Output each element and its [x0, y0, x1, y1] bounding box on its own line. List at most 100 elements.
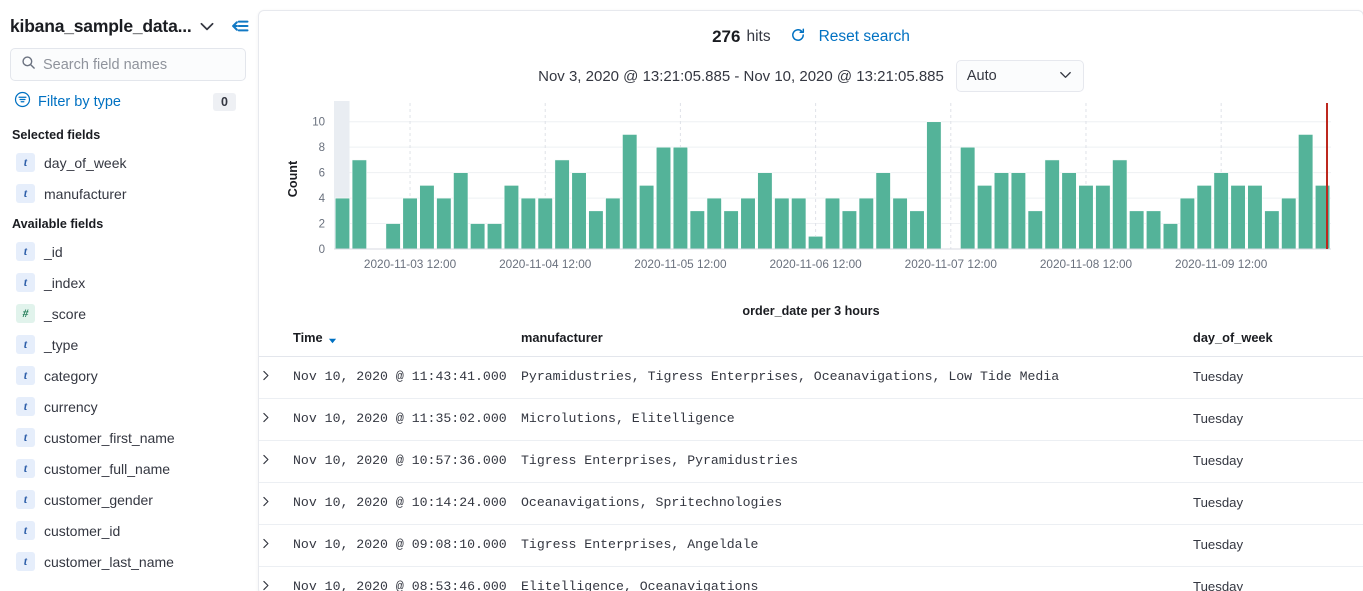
- expand-row-button[interactable]: [259, 525, 293, 567]
- hits-bar: 276 hits Reset search: [259, 11, 1363, 55]
- histogram-bar: [791, 198, 806, 249]
- histogram-bar: [1281, 198, 1296, 249]
- histogram-bar: [1180, 198, 1195, 249]
- chevron-right-icon[interactable]: [259, 413, 272, 428]
- chevron-right-icon[interactable]: [259, 539, 272, 554]
- field-sidebar: kibana_sample_data... Search field names…: [0, 0, 258, 591]
- expand-row-button[interactable]: [259, 441, 293, 483]
- histogram-bar: [639, 185, 654, 249]
- histogram-bar: [622, 134, 637, 249]
- histogram-bar: [606, 198, 621, 249]
- field-type-string-icon: t: [16, 184, 35, 203]
- x-tick-label: 2020-11-03 12:00: [364, 257, 457, 271]
- field-type-string-icon: t: [16, 242, 35, 261]
- histogram-bar: [1163, 224, 1178, 249]
- histogram-bar: [673, 147, 688, 249]
- histogram-bar: [1265, 211, 1280, 249]
- column-header-manufacturer[interactable]: manufacturer: [521, 318, 1193, 357]
- cell-manufacturer: Tigress Enterprises, Pyramidustries: [521, 441, 1193, 483]
- reset-search-button[interactable]: Reset search: [819, 28, 910, 46]
- histogram-bar: [504, 185, 519, 249]
- field-item-_score[interactable]: #_score: [10, 298, 246, 329]
- y-tick-label: 4: [319, 193, 326, 205]
- search-icon: [21, 55, 36, 75]
- field-item-currency[interactable]: tcurrency: [10, 391, 246, 422]
- histogram-bar: [589, 211, 604, 249]
- expand-row-button[interactable]: [259, 483, 293, 525]
- documents-table-body: Nov 10, 2020 @ 11:43:41.000Pyramidustrie…: [259, 357, 1363, 591]
- cell-manufacturer: Tigress Enterprises, Angeldale: [521, 525, 1193, 567]
- column-header-day_of_week[interactable]: day_of_week: [1193, 318, 1363, 357]
- field-type-string-icon: t: [16, 521, 35, 540]
- chevron-down-icon: [198, 17, 216, 35]
- cell-time: Nov 10, 2020 @ 10:14:24.000: [293, 483, 521, 525]
- filter-by-type-button[interactable]: Filter by type 0: [10, 84, 246, 120]
- field-item-_index[interactable]: t_index: [10, 267, 246, 298]
- field-item-_id[interactable]: t_id: [10, 236, 246, 267]
- column-header-time[interactable]: Time: [293, 318, 521, 357]
- cell-time: Nov 10, 2020 @ 10:57:36.000: [293, 441, 521, 483]
- table-row: Nov 10, 2020 @ 11:43:41.000Pyramidustrie…: [259, 357, 1363, 399]
- cell-manufacturer: Microlutions, Elitelligence: [521, 399, 1193, 441]
- y-tick-label: 10: [312, 117, 325, 129]
- field-type-string-icon: t: [16, 153, 35, 172]
- interval-value: Auto: [967, 68, 997, 84]
- histogram-bar: [758, 173, 773, 249]
- histogram-bar: [825, 198, 840, 249]
- index-pattern-selector[interactable]: kibana_sample_data...: [10, 0, 246, 46]
- y-tick-label: 8: [319, 142, 325, 154]
- field-item-day_of_week[interactable]: t day_of_week: [10, 147, 246, 178]
- histogram-bar: [386, 224, 401, 249]
- expand-row-button[interactable]: [259, 399, 293, 441]
- selected-fields-title: Selected fields: [10, 120, 246, 147]
- field-item-customer_last_name[interactable]: tcustomer_last_name: [10, 546, 246, 577]
- histogram-bar: [1113, 160, 1128, 249]
- field-type-string-icon: t: [16, 397, 35, 416]
- x-tick-label: 2020-11-04 12:00: [499, 257, 592, 271]
- field-name: _index: [44, 275, 85, 291]
- results-panel: 276 hits Reset search Nov 3, 2020 @ 13:2…: [258, 10, 1363, 591]
- field-type-string-icon: t: [16, 459, 35, 478]
- histogram-bar: [352, 160, 367, 249]
- sort-desc-icon[interactable]: [328, 333, 337, 342]
- field-item-category[interactable]: tcategory: [10, 360, 246, 391]
- x-tick-label: 2020-11-06 12:00: [769, 257, 862, 271]
- cell-time: Nov 10, 2020 @ 11:43:41.000: [293, 357, 521, 399]
- histogram-bar: [910, 211, 925, 249]
- chevron-right-icon[interactable]: [259, 371, 272, 386]
- histogram-chart[interactable]: 0246810Count2020-11-03 12:002020-11-04 1…: [259, 97, 1363, 302]
- field-item-customer_gender[interactable]: tcustomer_gender: [10, 484, 246, 515]
- field-item-customer_first_name[interactable]: tcustomer_first_name: [10, 422, 246, 453]
- field-item-customer_id[interactable]: tcustomer_id: [10, 515, 246, 546]
- field-name: category: [44, 368, 98, 384]
- table-row: Nov 10, 2020 @ 11:35:02.000Microlutions,…: [259, 399, 1363, 441]
- interval-select[interactable]: Auto: [956, 60, 1084, 92]
- search-input[interactable]: Search field names: [10, 48, 246, 81]
- hits-count: 276: [712, 27, 740, 47]
- field-name: _type: [44, 337, 78, 353]
- histogram-bar: [775, 198, 790, 249]
- field-item-_type[interactable]: t_type: [10, 329, 246, 360]
- chevron-down-icon: [1058, 67, 1073, 86]
- refresh-icon[interactable]: [790, 27, 806, 48]
- field-item-manufacturer[interactable]: t manufacturer: [10, 178, 246, 209]
- histogram-bar: [741, 198, 756, 249]
- expand-row-button[interactable]: [259, 567, 293, 591]
- x-tick-label: 2020-11-08 12:00: [1040, 257, 1133, 271]
- y-axis-title: Count: [286, 160, 300, 197]
- histogram-bar: [555, 160, 570, 249]
- histogram-bar: [977, 185, 992, 249]
- cell-day_of_week: Tuesday: [1193, 567, 1363, 591]
- cell-day_of_week: Tuesday: [1193, 441, 1363, 483]
- field-name: customer_full_name: [44, 461, 170, 477]
- chevron-right-icon[interactable]: [259, 455, 272, 470]
- available-fields-title: Available fields: [10, 209, 246, 236]
- histogram-bar: [994, 173, 1009, 249]
- histogram-bar: [1011, 173, 1026, 249]
- histogram-bar: [1028, 211, 1043, 249]
- chevron-right-icon[interactable]: [259, 497, 272, 512]
- expand-row-button[interactable]: [259, 357, 293, 399]
- collapse-sidebar-icon[interactable]: [230, 16, 250, 36]
- field-item-customer_full_name[interactable]: t customer_full_name: [10, 453, 246, 484]
- chevron-right-icon[interactable]: [259, 581, 272, 591]
